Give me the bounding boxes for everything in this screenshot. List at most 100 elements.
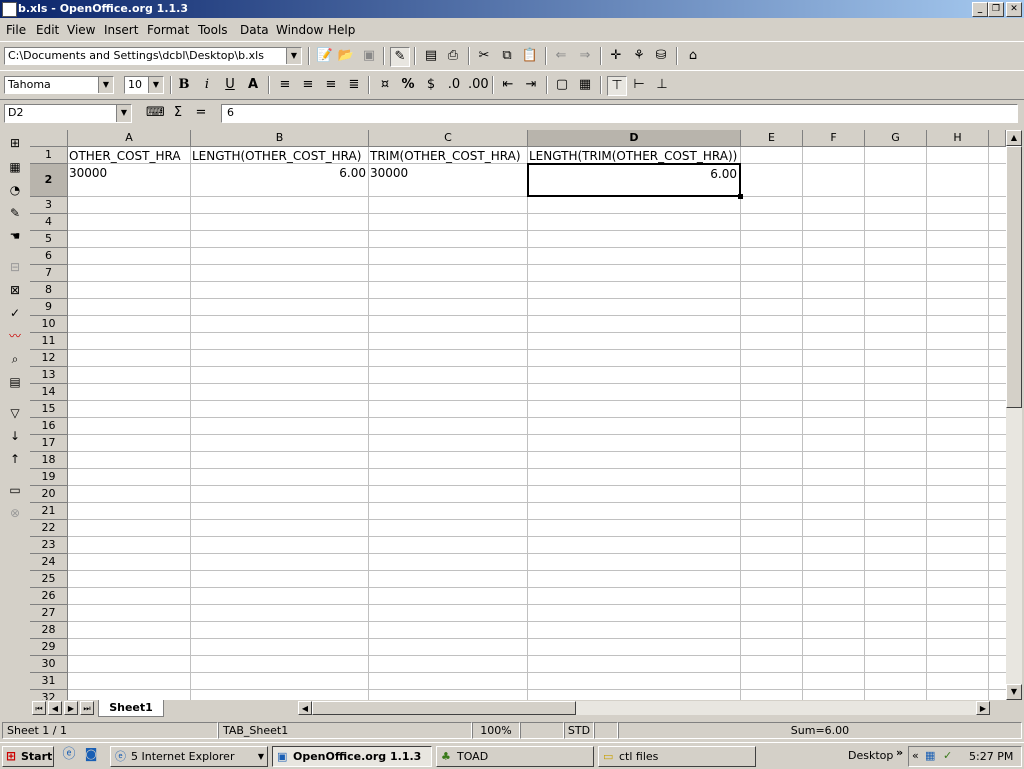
- row-header-10[interactable]: 10: [30, 316, 68, 333]
- font-name-combo[interactable]: Tahoma ▼: [4, 76, 114, 94]
- chevron-right-icon[interactable]: »: [896, 746, 903, 759]
- prev-sheet-icon[interactable]: ◀: [48, 701, 62, 715]
- align-top-icon[interactable]: ⊤: [607, 76, 627, 96]
- font-color-icon[interactable]: A: [244, 76, 262, 94]
- select-all-corner[interactable]: [30, 130, 68, 147]
- column-header-overflow[interactable]: [989, 130, 1006, 147]
- row-header-22[interactable]: 22: [30, 520, 68, 537]
- background-color-icon[interactable]: ▦: [576, 76, 594, 94]
- menu-insert[interactable]: Insert: [104, 23, 138, 37]
- insert-icon[interactable]: ⊞: [6, 134, 24, 152]
- increase-indent-icon[interactable]: ⇥: [522, 76, 540, 94]
- paste-icon[interactable]: 📋: [521, 47, 539, 65]
- standard-format-icon[interactable]: $: [422, 76, 440, 94]
- chevron-down-icon[interactable]: ▼: [98, 77, 113, 93]
- row-header-9[interactable]: 9: [30, 299, 68, 316]
- row-header-12[interactable]: 12: [30, 350, 68, 367]
- menu-edit[interactable]: Edit: [36, 23, 59, 37]
- task-ctl-files[interactable]: ▭ ctl files: [598, 746, 756, 767]
- align-left-icon[interactable]: ≡: [276, 76, 294, 94]
- column-header-b[interactable]: B: [191, 130, 369, 147]
- quicklaunch-icon[interactable]: ◙: [82, 746, 100, 764]
- menu-data[interactable]: Data: [240, 23, 269, 37]
- row-header-28[interactable]: 28: [30, 622, 68, 639]
- row-header-6[interactable]: 6: [30, 248, 68, 265]
- row-header-31[interactable]: 31: [30, 673, 68, 690]
- navigator-icon[interactable]: ✛: [607, 47, 625, 65]
- cell-d1[interactable]: LENGTH(TRIM(OTHER_COST_HRA)): [529, 148, 740, 164]
- delete-rows-icon[interactable]: ⊗: [6, 504, 24, 522]
- row-header-27[interactable]: 27: [30, 605, 68, 622]
- column-header-g[interactable]: G: [865, 130, 927, 147]
- row-header-19[interactable]: 19: [30, 469, 68, 486]
- edit-mode-icon[interactable]: ✎: [390, 47, 410, 67]
- column-header-e[interactable]: E: [741, 130, 803, 147]
- menu-help[interactable]: Help: [328, 23, 355, 37]
- insert-rows-icon[interactable]: ▭: [6, 481, 24, 499]
- percent-icon[interactable]: %: [399, 76, 417, 94]
- fill-handle[interactable]: [738, 194, 743, 199]
- chart-icon[interactable]: ⊠: [6, 281, 24, 299]
- next-sheet-icon[interactable]: ▶: [64, 701, 78, 715]
- task-toad[interactable]: ♣ TOAD: [436, 746, 594, 767]
- underline-icon[interactable]: U: [221, 76, 239, 94]
- start-button[interactable]: ⊞ Start: [2, 746, 54, 767]
- scroll-down-icon[interactable]: ▼: [1006, 684, 1022, 700]
- column-header-c[interactable]: C: [369, 130, 528, 147]
- gallery-icon[interactable]: ⌂: [684, 47, 702, 65]
- sheet-tab-sheet1[interactable]: Sheet1: [98, 700, 164, 717]
- sort-descending-icon[interactable]: ↑: [6, 450, 24, 468]
- row-header-24[interactable]: 24: [30, 554, 68, 571]
- row-header-17[interactable]: 17: [30, 435, 68, 452]
- task-openoffice[interactable]: ▣ OpenOffice.org 1.1.3: [272, 746, 432, 767]
- close-button[interactable]: ✕: [1006, 2, 1022, 17]
- first-sheet-icon[interactable]: ⏮: [32, 701, 46, 715]
- font-size-combo[interactable]: 10 ▼: [124, 76, 164, 94]
- menu-file[interactable]: File: [6, 23, 26, 37]
- cell-b1[interactable]: LENGTH(OTHER_COST_HRA): [192, 148, 368, 164]
- row-header-8[interactable]: 8: [30, 282, 68, 299]
- copy-icon[interactable]: ⧉: [498, 47, 516, 65]
- justify-icon[interactable]: ≣: [345, 76, 363, 94]
- row-header-32[interactable]: 32: [30, 690, 68, 700]
- row-header-1[interactable]: 1: [30, 147, 68, 164]
- cell-a1[interactable]: OTHER_COST_HRA: [69, 148, 190, 164]
- chevron-down-icon[interactable]: ▼: [286, 48, 301, 64]
- align-bottom-icon[interactable]: ⊥: [653, 76, 671, 94]
- print-icon[interactable]: ⎙: [444, 47, 462, 65]
- cell-a2[interactable]: 30000: [69, 165, 190, 181]
- row-header-13[interactable]: 13: [30, 367, 68, 384]
- row-header-26[interactable]: 26: [30, 588, 68, 605]
- task-internet-explorer[interactable]: ⓔ 5 Internet Explorer ▼: [110, 746, 268, 767]
- italic-icon[interactable]: i: [198, 76, 216, 94]
- row-header-21[interactable]: 21: [30, 503, 68, 520]
- scroll-up-icon[interactable]: ▲: [1006, 130, 1022, 146]
- bold-icon[interactable]: B: [175, 76, 193, 94]
- column-header-f[interactable]: F: [803, 130, 865, 147]
- tray-app-icon[interactable]: ✓: [943, 749, 952, 762]
- row-header-15[interactable]: 15: [30, 401, 68, 418]
- spellcheck-icon[interactable]: ✓: [6, 304, 24, 322]
- chevron-down-icon[interactable]: ▼: [116, 105, 131, 122]
- row-header-30[interactable]: 30: [30, 656, 68, 673]
- borders-icon[interactable]: ▢: [553, 76, 571, 94]
- export-pdf-icon[interactable]: ▤: [422, 47, 440, 65]
- add-decimal-icon[interactable]: .0: [445, 76, 463, 94]
- scroll-left-icon[interactable]: ◀: [298, 701, 312, 715]
- delete-decimal-icon[interactable]: .00: [468, 76, 489, 94]
- h-scroll-thumb[interactable]: [312, 701, 576, 715]
- scroll-right-icon[interactable]: ▶: [976, 701, 990, 715]
- redo-icon[interactable]: ⇒: [576, 47, 594, 65]
- edit-file-icon[interactable]: 📝: [316, 47, 334, 65]
- row-header-7[interactable]: 7: [30, 265, 68, 282]
- url-combo[interactable]: C:\Documents and Settings\dcbl\Desktop\b…: [4, 47, 302, 65]
- status-page-style[interactable]: TAB_Sheet1: [218, 722, 472, 739]
- desktop-toolbar-label[interactable]: Desktop: [848, 749, 893, 762]
- align-right-icon[interactable]: ≡: [322, 76, 340, 94]
- status-insert-mode[interactable]: [520, 722, 564, 739]
- data-sources-icon[interactable]: ⛁: [652, 47, 670, 65]
- menu-format[interactable]: Format: [147, 23, 189, 37]
- menu-tools[interactable]: Tools: [198, 23, 228, 37]
- cell-b2[interactable]: 6.00: [192, 165, 366, 181]
- row-header-25[interactable]: 25: [30, 571, 68, 588]
